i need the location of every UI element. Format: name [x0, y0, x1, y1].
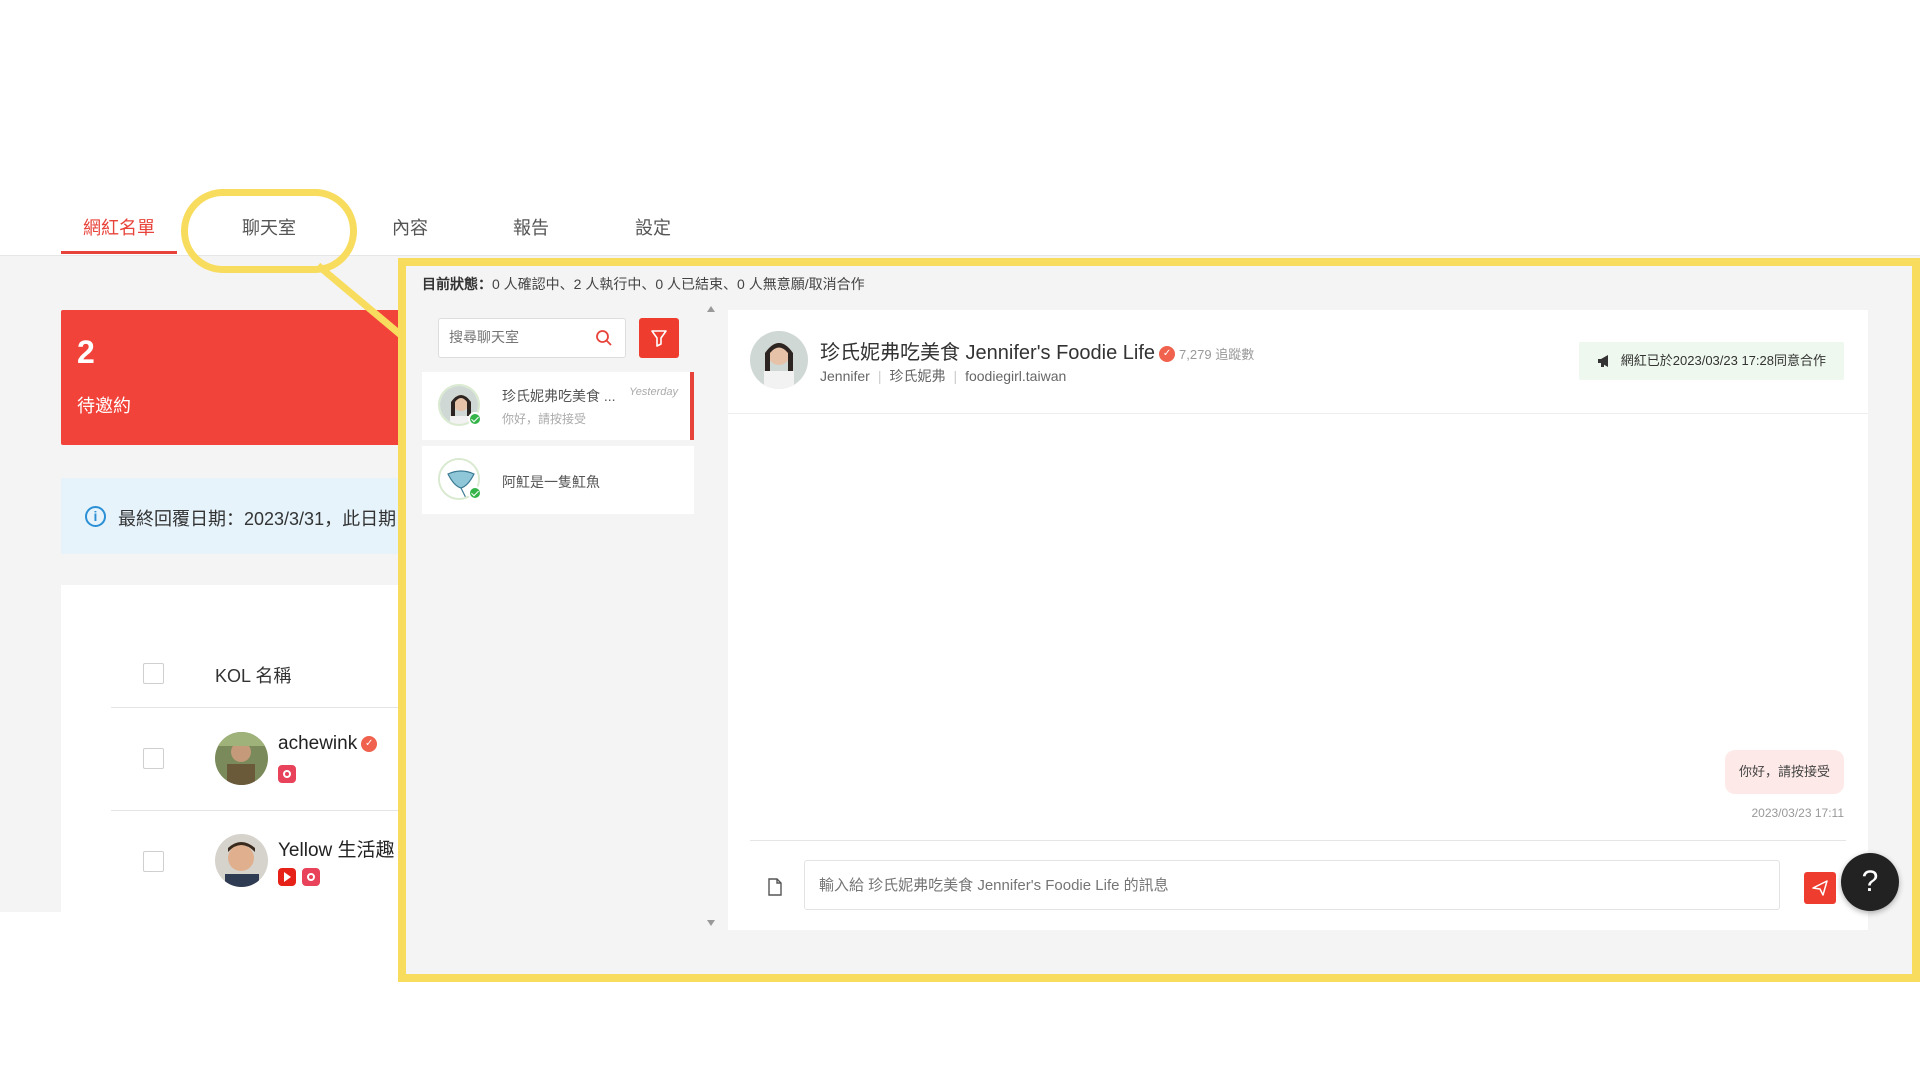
message-bubble: 你好，請按接受 [1724, 750, 1844, 794]
message-input[interactable] [804, 860, 1780, 910]
collab-status: 目前狀態：0 人確認中、2 人執行中、0 人已結束、0 人無意願/取消合作 [422, 274, 865, 294]
deadline-text: 最終回覆日期：2023/3/31，此日期 [118, 509, 397, 529]
chatroom-panel: 目前狀態：0 人確認中、2 人執行中、0 人已結束、0 人無意願/取消合作 珍氏… [398, 258, 1920, 982]
pending-label: 待邀約 [77, 396, 131, 416]
deadline-info-bar: i 最終回覆日期：2023/3/31，此日期 [61, 478, 411, 554]
message-time: 2023/03/23 17:11 [1751, 806, 1844, 820]
scroll-up-icon[interactable] [707, 306, 715, 312]
scroll-down-icon[interactable] [707, 920, 715, 926]
youtube-icon[interactable] [278, 868, 296, 886]
filter-button[interactable] [639, 318, 679, 358]
online-status-icon [468, 486, 482, 500]
tab-report[interactable]: 報告 [513, 214, 549, 240]
tab-settings[interactable]: 設定 [635, 214, 671, 240]
room-search[interactable] [438, 318, 626, 358]
tab-content[interactable]: 內容 [392, 214, 428, 240]
composer-divider [750, 840, 1846, 841]
megaphone-icon [1597, 355, 1608, 367]
pending-count: 2 [77, 334, 95, 370]
chat-room-item[interactable]: 阿魟是一隻魟魚 [422, 446, 694, 514]
instagram-icon[interactable] [278, 765, 296, 783]
avatar [750, 331, 808, 389]
kol-table: KOL 名稱 achewink ✓ Yellow 生活趣 [61, 585, 411, 912]
verified-icon: ✓ [361, 735, 378, 752]
chat-room-item[interactable]: 珍氏妮弗吃美食 ... Yesterday 你好，請按接受 [422, 372, 694, 440]
pending-invite-card[interactable]: 2 待邀約 [61, 310, 411, 445]
help-button[interactable]: ? [1841, 853, 1899, 911]
verified-icon: ✓ [1159, 345, 1176, 362]
status-label: 目前狀態： [422, 276, 492, 292]
follower-count: 7,279 追蹤數 [1179, 347, 1255, 362]
kol-name[interactable]: Yellow 生活趣 [278, 835, 395, 862]
room-search-input[interactable] [449, 329, 589, 345]
search-icon[interactable] [595, 329, 613, 347]
row-checkbox[interactable] [143, 748, 164, 769]
select-all-checkbox[interactable] [143, 663, 164, 684]
row-divider [111, 707, 411, 708]
chat-room-list: 珍氏妮弗吃美食 ... Yesterday 你好，請按接受 阿魟是一隻魟魚 [422, 306, 694, 926]
attach-file-icon[interactable] [768, 878, 782, 896]
kol-name[interactable]: achewink ✓ [278, 733, 378, 755]
room-name: 珍氏妮弗吃美食 ... [502, 388, 616, 404]
room-list-scrollbar[interactable] [704, 306, 718, 926]
avatar [215, 834, 268, 887]
row-checkbox[interactable] [143, 851, 164, 872]
room-preview: 你好，請按接受 [502, 412, 587, 426]
status-text: 0 人確認中、2 人執行中、0 人已結束、0 人無意願/取消合作 [492, 276, 865, 292]
chatroom-tab-highlight [181, 189, 357, 273]
conversation-pane: 珍氏妮弗吃美食 Jennifer's Foodie Life ✓ 7,279 追蹤數… [728, 310, 1868, 930]
active-tab-indicator [61, 251, 177, 254]
conversation-subtitle: Jennifer | 珍氏妮弗 | foodiegirl.taiwan [820, 368, 1067, 384]
avatar [215, 732, 268, 785]
kol-name-header: KOL 名稱 [215, 666, 292, 686]
conversation-title: 珍氏妮弗吃美食 Jennifer's Foodie Life ✓ 7,279 追蹤數 [820, 342, 1255, 364]
room-name: 阿魟是一隻魟魚 [502, 474, 600, 490]
instagram-icon[interactable] [302, 868, 320, 886]
tab-kol-list[interactable]: 網紅名單 [83, 214, 155, 240]
conversation-header: 珍氏妮弗吃美食 Jennifer's Foodie Life ✓ 7,279 追蹤數… [728, 310, 1868, 414]
info-icon: i [85, 506, 106, 527]
filter-icon [651, 330, 667, 347]
online-status-icon [468, 412, 482, 426]
agreement-badge: 網紅已於2023/03/23 17:28同意合作 [1578, 342, 1844, 380]
send-icon [1812, 880, 1828, 896]
room-time: Yesterday [629, 386, 678, 398]
row-divider [111, 810, 411, 811]
send-button[interactable] [1804, 872, 1836, 904]
